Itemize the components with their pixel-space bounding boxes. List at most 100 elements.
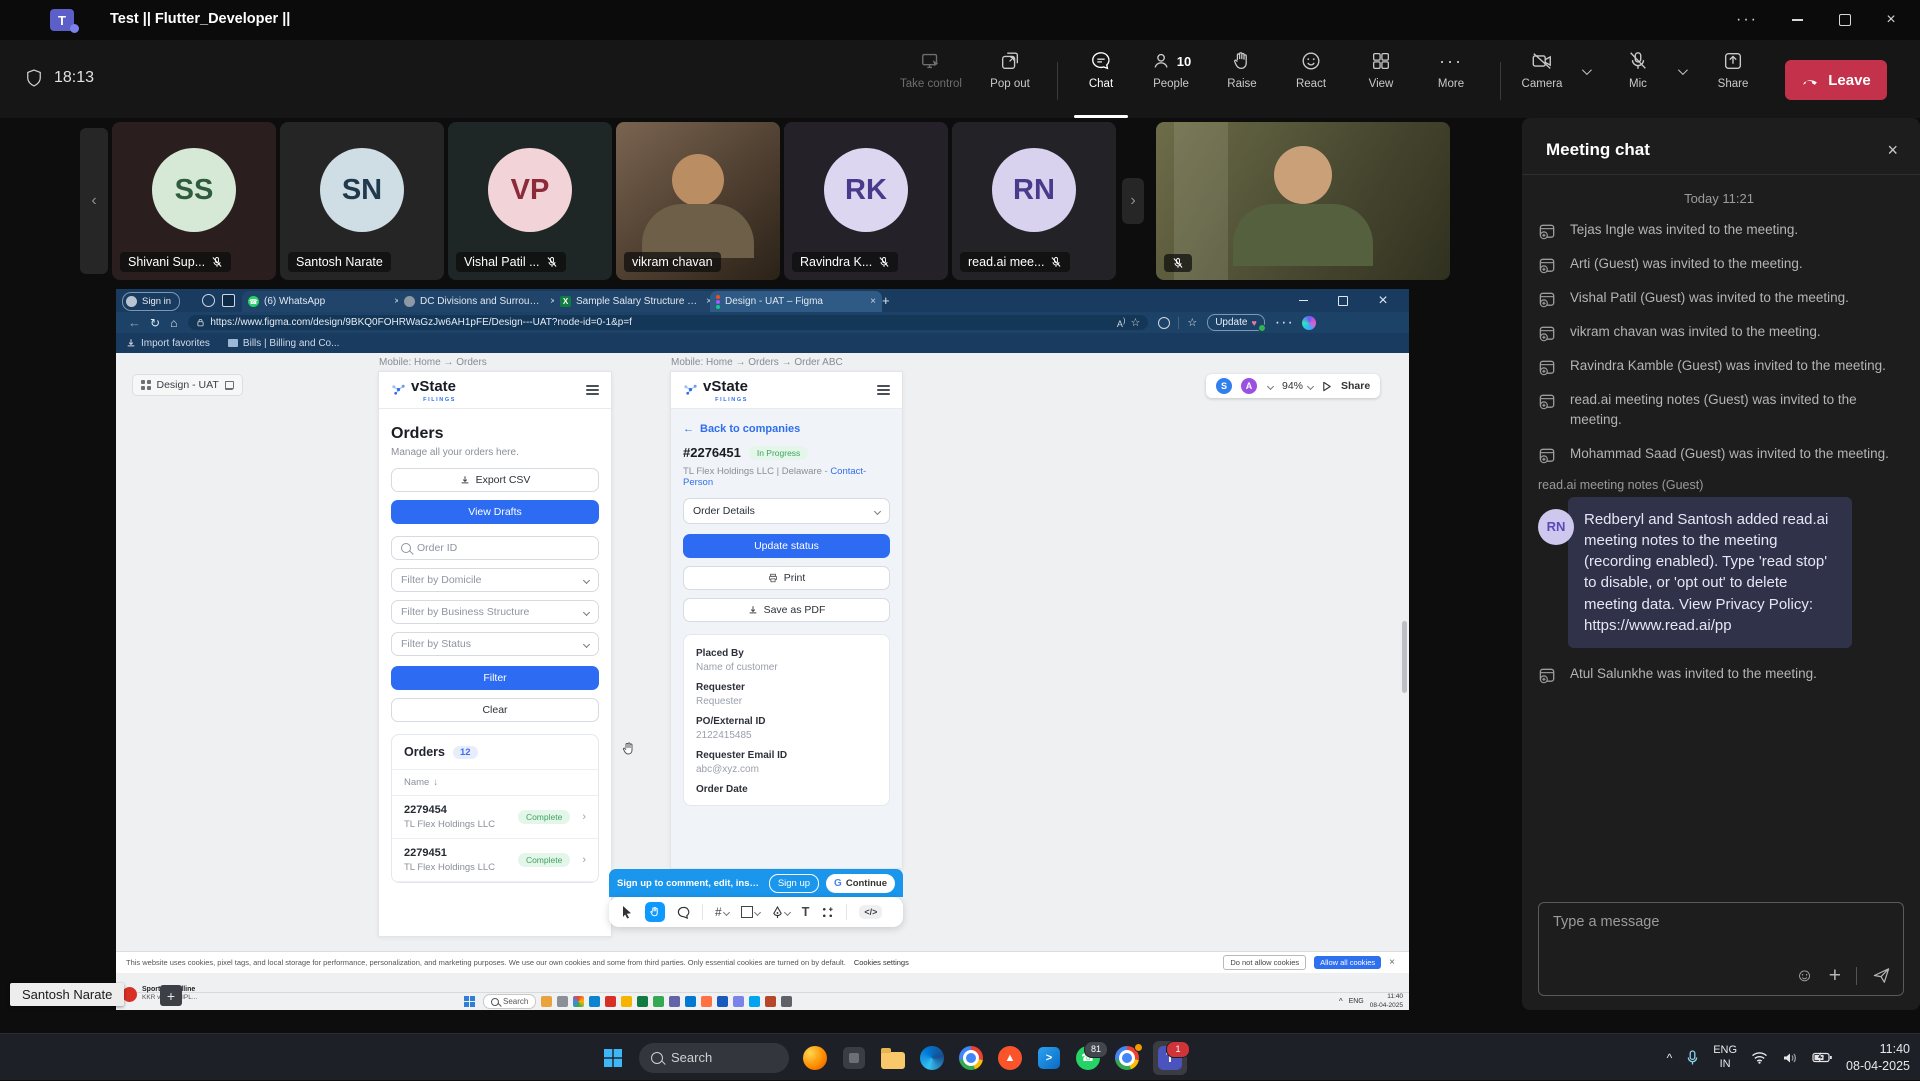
filter-status-select[interactable]: Filter by Status — [391, 632, 599, 656]
teams-taskbar-active[interactable]: T 1 — [1153, 1041, 1187, 1075]
raise-hand-button[interactable]: Raise — [1207, 50, 1277, 112]
figma-canvas[interactable]: Design - UAT S A 94% Share Mobile: Home … — [116, 353, 1409, 992]
people-button[interactable]: 10 People — [1131, 50, 1211, 112]
order-row[interactable]: 2279451TL Flex Holdings LLC Complete › — [392, 839, 598, 882]
chat-button[interactable]: Chat — [1066, 50, 1136, 112]
mic-options-chevron[interactable] — [1678, 62, 1685, 80]
deny-cookies-button[interactable]: Do not allow cookies — [1223, 955, 1306, 970]
save-as-pdf-button[interactable]: Save as PDF — [683, 598, 890, 622]
collaborator-avatar[interactable]: S — [1216, 378, 1232, 394]
collaborators-chevron[interactable] — [1267, 382, 1274, 389]
extensions-icon[interactable] — [1158, 317, 1170, 329]
copilot-icon[interactable] — [1302, 316, 1316, 330]
attach-plus-icon[interactable]: + — [1829, 965, 1841, 986]
frame-label[interactable]: Mobile: Home → Orders — [379, 357, 487, 368]
url-field[interactable]: https://www.figma.com/design/9BKQ0FOHRWa… — [188, 315, 1148, 330]
signup-button[interactable]: Sign up — [769, 874, 819, 893]
hamburger-menu-icon[interactable] — [877, 383, 890, 397]
minimize-button[interactable] — [1774, 0, 1820, 40]
zoom-level-dropdown[interactable]: 94% — [1282, 380, 1313, 392]
mobile-frame-order-detail[interactable]: vStateFILINGS ← Back to companies #22764… — [670, 371, 903, 869]
wifi-icon[interactable] — [1751, 1051, 1768, 1064]
new-tab-button[interactable]: + — [882, 293, 890, 308]
browser-close-button[interactable]: × — [1368, 289, 1398, 312]
figma-share-button[interactable]: Share — [1341, 380, 1370, 392]
pen-tool-icon[interactable] — [772, 906, 790, 919]
brave-icon[interactable]: ▲ — [997, 1045, 1023, 1071]
back-to-companies-link[interactable]: ← Back to companies — [683, 423, 890, 435]
participant-tile[interactable]: VP Vishal Patil ... — [448, 122, 612, 280]
add-overlay-button[interactable]: + — [160, 985, 182, 1006]
browser-minimize-button[interactable] — [1288, 289, 1318, 312]
bookmark-bills-folder[interactable]: Bills | Billing and Co... — [228, 338, 340, 349]
allow-cookies-button[interactable]: Allow all cookies — [1314, 956, 1381, 969]
participant-tile[interactable]: SN Santosh Narate — [280, 122, 444, 280]
tray-mic-icon[interactable] — [1686, 1050, 1699, 1066]
participant-tile[interactable]: SS Shivani Sup... — [112, 122, 276, 280]
vertical-tabs-icon[interactable] — [222, 294, 235, 312]
vscode-icon[interactable]: > — [1036, 1045, 1062, 1071]
app-icon-dark[interactable] — [841, 1045, 867, 1071]
collaborator-avatar[interactable]: A — [1241, 378, 1257, 394]
tab-whatsapp[interactable]: ☎ (6) WhatsApp × — [242, 291, 406, 312]
frame-label[interactable]: Mobile: Home → Orders → Order ABC — [671, 357, 843, 368]
export-csv-button[interactable]: Export CSV — [391, 468, 599, 492]
share-button[interactable]: Share — [1698, 50, 1768, 112]
cookies-settings-link[interactable]: Cookies settings — [854, 958, 909, 967]
leave-button[interactable]: Leave — [1785, 60, 1887, 100]
camera-options-chevron[interactable] — [1582, 62, 1589, 80]
comment-tool-icon[interactable] — [677, 906, 690, 919]
browser-maximize-button[interactable] — [1328, 289, 1358, 312]
present-play-icon[interactable] — [1322, 381, 1332, 392]
filter-domicile-select[interactable]: Filter by Domicile — [391, 568, 599, 592]
speaker-icon[interactable] — [1782, 1051, 1798, 1065]
read-aloud-icon[interactable]: A) — [1117, 316, 1126, 329]
chat-close-icon[interactable]: × — [1887, 141, 1898, 159]
chrome-icon[interactable] — [958, 1045, 984, 1071]
mic-button[interactable]: Mic — [1603, 50, 1673, 112]
favorite-star-icon[interactable]: ☆ — [1130, 316, 1140, 329]
participant-tile-video[interactable]: vikram chavan — [616, 122, 780, 280]
take-control-button[interactable]: Take control — [896, 50, 966, 112]
taskbar-search-box[interactable]: Search — [639, 1043, 789, 1073]
order-row[interactable]: 2279454TL Flex Holdings LLC Complete › — [392, 796, 598, 839]
taskbar-clock[interactable]: 11:4008-04-2025 — [1846, 1041, 1910, 1074]
frame-tool-icon[interactable]: # — [715, 905, 729, 919]
tab-close-icon[interactable]: × — [870, 296, 876, 307]
mobile-frame-orders[interactable]: vStateFILINGS Orders Manage all your ord… — [378, 371, 612, 937]
language-indicator[interactable]: ENGIN — [1713, 1044, 1737, 1070]
print-button[interactable]: Print — [683, 566, 890, 590]
browser-signin-button[interactable]: Sign in — [122, 292, 180, 311]
move-tool-icon[interactable] — [621, 905, 633, 919]
view-button[interactable]: View — [1346, 50, 1416, 112]
hamburger-menu-icon[interactable] — [586, 383, 599, 397]
hand-tool-icon[interactable] — [645, 902, 665, 922]
order-details-select[interactable]: Order Details — [683, 498, 890, 524]
order-id-search-input[interactable]: Order ID — [391, 536, 599, 560]
dev-mode-toggle[interactable]: </> — [859, 905, 882, 919]
firefox-icon[interactable] — [802, 1045, 828, 1071]
chat-message-input[interactable]: Type a message ☺ + — [1538, 902, 1904, 996]
filter-button[interactable]: Filter — [391, 666, 599, 690]
file-explorer-icon[interactable] — [880, 1045, 906, 1071]
text-tool-icon[interactable]: T — [802, 905, 810, 919]
shape-tool-icon[interactable] — [741, 906, 760, 918]
tab-figma-active[interactable]: Design - UAT – Figma × — [710, 291, 882, 312]
favorites-bar-icon[interactable]: ☆ — [1187, 316, 1197, 329]
page-scrollbar[interactable] — [1402, 621, 1407, 693]
whatsapp-icon[interactable]: ☎ 81 — [1075, 1045, 1101, 1071]
participant-tile[interactable]: RK Ravindra K... — [784, 122, 948, 280]
browser-menu-icon[interactable]: ··· — [1275, 314, 1294, 332]
back-icon[interactable]: ← — [128, 315, 141, 330]
emoji-icon[interactable]: ☺ — [1795, 965, 1813, 986]
cookie-close-icon[interactable]: × — [1389, 957, 1395, 968]
browser-update-button[interactable]: Update ♥ — [1207, 314, 1265, 331]
actions-tool-icon[interactable] — [821, 906, 834, 919]
participant-tile[interactable]: RN read.ai mee... — [952, 122, 1116, 280]
figma-file-pill[interactable]: Design - UAT — [132, 374, 243, 396]
update-status-button[interactable]: Update status — [683, 534, 890, 558]
import-favorites-button[interactable]: Import favorites — [126, 338, 210, 349]
send-icon[interactable] — [1872, 966, 1891, 985]
clear-button[interactable]: Clear — [391, 698, 599, 722]
close-button[interactable]: × — [1868, 0, 1914, 40]
